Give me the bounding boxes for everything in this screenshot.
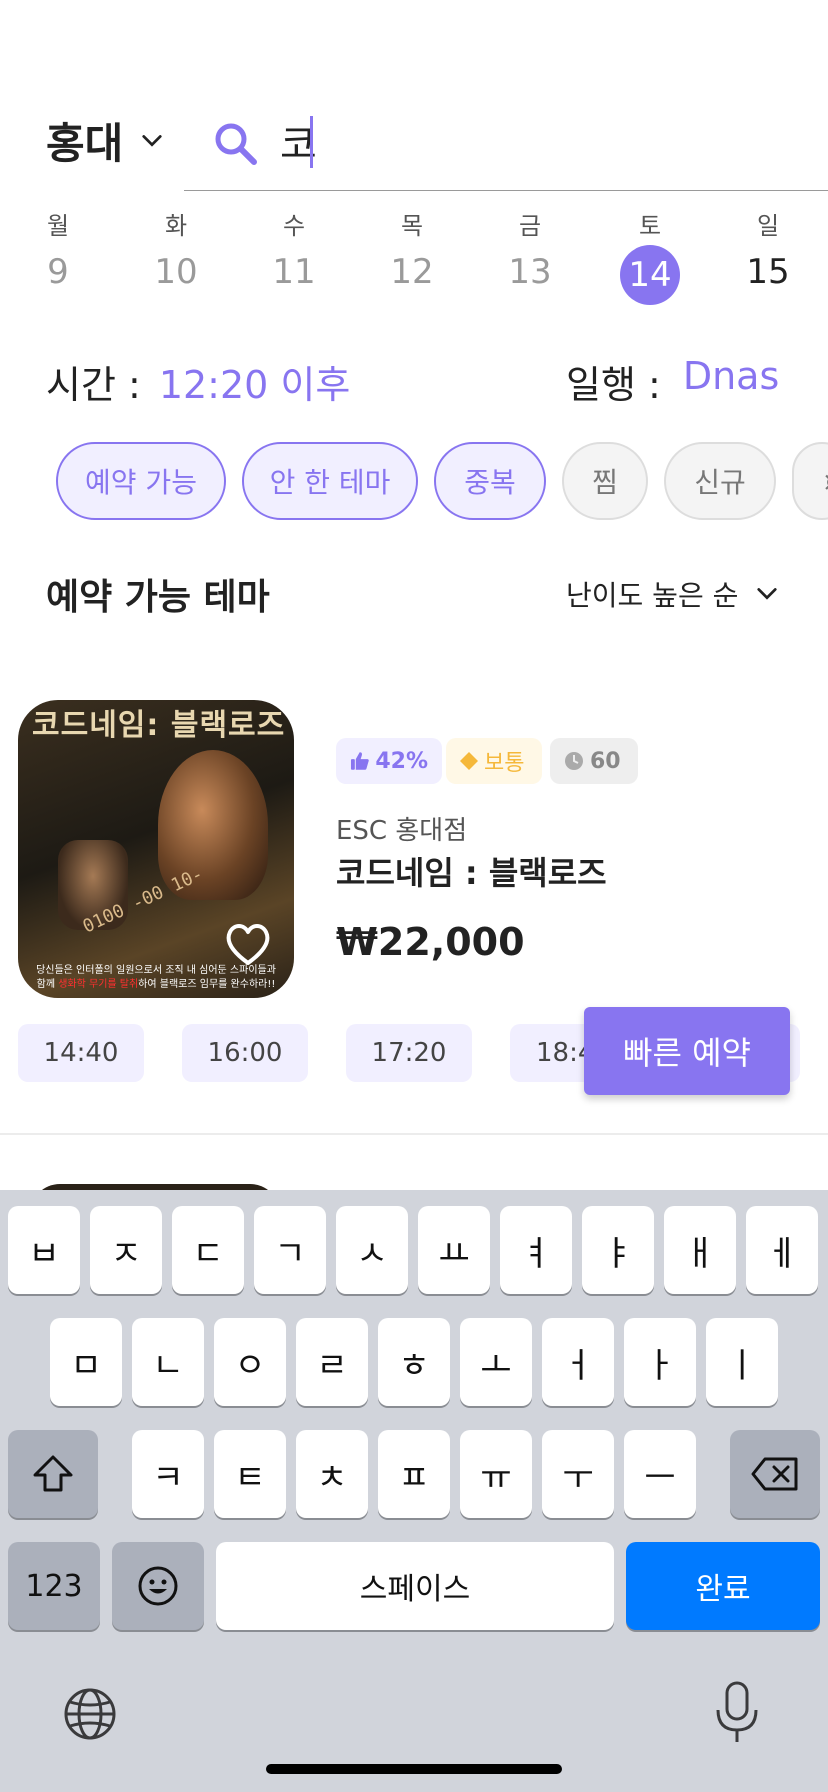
key[interactable]: ㅋ [132, 1430, 204, 1518]
date-item[interactable]: 10 [136, 252, 216, 292]
sort-dropdown[interactable]: 난이도 높은 순 [566, 574, 780, 614]
time-label: 시간 : [46, 363, 141, 407]
keyboard: ㅂ ㅈ ㄷ ㄱ ㅅ ㅛ ㅕ ㅑ ㅐ ㅔ ㅁ ㄴ ㅇ ㄹ ㅎ ㅗ ㅓ ㅏ ㅣ ㅋ … [0, 1190, 828, 1792]
key[interactable]: ㅓ [542, 1318, 614, 1406]
weekday-label: 일 [756, 212, 780, 240]
time-slot[interactable]: 17:20 [346, 1024, 472, 1082]
key[interactable]: ㅠ [460, 1430, 532, 1518]
theme-price: ₩22,000 [336, 920, 525, 964]
key[interactable]: ㄷ [172, 1206, 244, 1294]
heart-icon[interactable] [222, 918, 274, 970]
diamond-icon [460, 752, 478, 770]
shift-key[interactable] [8, 1430, 98, 1518]
chip-duplicate[interactable]: 중복 [434, 442, 546, 520]
poster-caption-part: 하여 블랙로즈 임무를 완수하라!! [138, 979, 276, 990]
key[interactable]: ㅛ [418, 1206, 490, 1294]
party-value: Dnas [682, 354, 780, 398]
date-item-selected[interactable]: 14 [620, 245, 680, 305]
level-badge: 보통 [446, 738, 542, 784]
poster-title: 코드네임: 블랙로즈 [32, 708, 286, 743]
section-title: 예약 가능 테마 [46, 577, 270, 618]
emoji-key[interactable] [112, 1542, 204, 1630]
done-key[interactable]: 완료 [626, 1542, 820, 1630]
store-name: ESC 홍대점 [336, 816, 468, 846]
level-value: 보통 [484, 751, 525, 776]
time-value: 12:20 이후 [158, 363, 351, 407]
weekday-label: 금 [518, 212, 542, 240]
space-key[interactable]: 스페이스 [216, 1542, 614, 1630]
key[interactable]: ㅑ [582, 1206, 654, 1294]
chip-new[interactable]: 신규 [664, 442, 776, 520]
chip-more[interactable]: ¤ [792, 442, 828, 520]
key[interactable]: ㅍ [378, 1430, 450, 1518]
quick-reserve-button[interactable]: 빠른 예약 [584, 1007, 790, 1095]
key[interactable]: ㅔ [746, 1206, 818, 1294]
key[interactable]: ㄱ [254, 1206, 326, 1294]
weekday-label: 목 [400, 212, 424, 240]
theme-poster[interactable]: 코드네임: 블랙로즈 0100 -00 10- 당신들은 인터폴의 일원으로서 … [18, 700, 294, 998]
party-filter[interactable]: 일행 : Dnas [566, 354, 779, 409]
region-label: 홍대 [46, 119, 124, 168]
key[interactable]: ㄹ [296, 1318, 368, 1406]
key[interactable]: ㄴ [132, 1318, 204, 1406]
date-item[interactable]: 12 [372, 252, 452, 292]
divider [0, 1133, 828, 1135]
backspace-icon [751, 1457, 798, 1491]
numbers-key[interactable]: 123 [8, 1542, 100, 1630]
chip-favorite[interactable]: 찜 [562, 442, 648, 520]
key[interactable]: ㅜ [542, 1430, 614, 1518]
like-badge: 42% [336, 738, 442, 784]
time-filter[interactable]: 시간 : 12:20 이후 [46, 354, 350, 409]
key[interactable]: ㅕ [500, 1206, 572, 1294]
key[interactable]: ㅗ [460, 1318, 532, 1406]
backspace-key[interactable] [730, 1430, 820, 1518]
date-item[interactable]: 15 [728, 252, 808, 292]
key[interactable]: ㅏ [624, 1318, 696, 1406]
poster-caption-line: 함께 생화학 무기를 탈취하여 블랙로즈 임무를 완수하라!! [26, 978, 286, 992]
key[interactable]: ㅣ [706, 1318, 778, 1406]
chip-not-played[interactable]: 안 한 테마 [242, 442, 418, 520]
key[interactable]: ㅅ [336, 1206, 408, 1294]
text-cursor [310, 116, 313, 168]
chevron-down-icon [142, 134, 162, 147]
region-selector[interactable]: 홍대 [46, 110, 163, 171]
date-item[interactable]: 11 [254, 252, 334, 292]
time-slot[interactable]: 16:00 [182, 1024, 308, 1082]
chevron-down-icon [757, 588, 777, 600]
chip-available[interactable]: 예약 가능 [56, 442, 226, 520]
party-label: 일행 : [566, 363, 661, 407]
key[interactable]: ㅈ [90, 1206, 162, 1294]
weekday-label: 토 [638, 212, 662, 240]
thumbs-up-icon [350, 752, 369, 770]
theme-name[interactable]: 코드네임 : 블랙로즈 [336, 848, 607, 894]
shift-icon [33, 1455, 73, 1492]
key[interactable]: ㅊ [296, 1430, 368, 1518]
duration-value: 60 [590, 748, 621, 774]
key[interactable]: ㅂ [8, 1206, 80, 1294]
microphone-icon[interactable] [712, 1680, 762, 1746]
search-underline [184, 190, 828, 191]
sort-label: 난이도 높은 순 [566, 579, 739, 612]
emoji-icon [138, 1566, 178, 1606]
weekday-label: 월 [46, 212, 70, 240]
key[interactable]: ㅌ [214, 1430, 286, 1518]
poster-caption-highlight: 생화학 무기를 탈취 [58, 979, 139, 990]
key[interactable]: ㅇ [214, 1318, 286, 1406]
search-icon [215, 123, 257, 165]
globe-icon[interactable] [62, 1686, 118, 1742]
date-item[interactable]: 9 [18, 252, 98, 292]
key[interactable]: ㅁ [50, 1318, 122, 1406]
duration-badge: 60 [550, 738, 638, 784]
weekday-label: 수 [282, 212, 306, 240]
key[interactable]: ㅡ [624, 1430, 696, 1518]
key[interactable]: ㅐ [664, 1206, 736, 1294]
weekday-label: 화 [164, 212, 188, 240]
date-item[interactable]: 13 [490, 252, 570, 292]
poster-caption-part: 함께 [36, 979, 59, 990]
home-indicator [266, 1764, 562, 1774]
clock-icon [565, 752, 583, 770]
key[interactable]: ㅎ [378, 1318, 450, 1406]
time-slot[interactable]: 14:40 [18, 1024, 144, 1082]
like-value: 42% [375, 748, 428, 774]
